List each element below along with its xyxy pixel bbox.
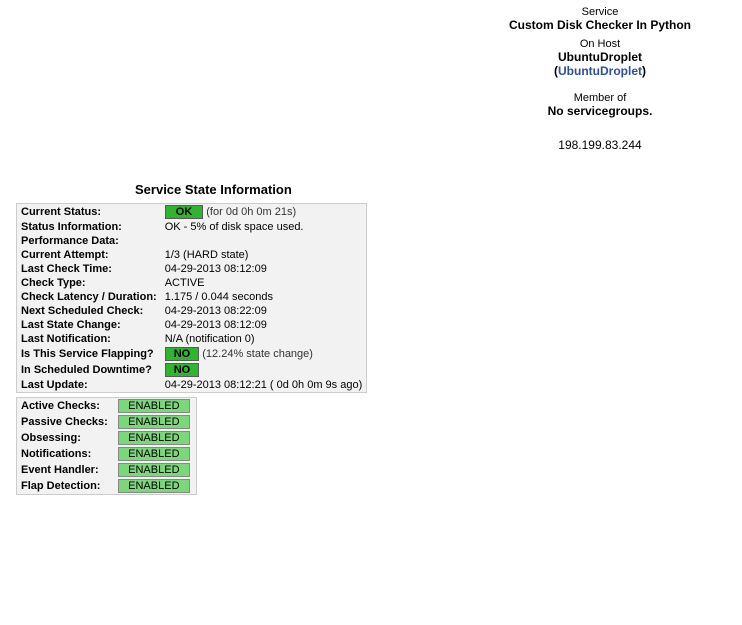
- active-checks-value: ENABLED: [118, 399, 190, 413]
- row-passive-checks: Passive Checks: ENABLED: [17, 414, 197, 430]
- row-current-attempt: Current Attempt: 1/3 (HARD state): [17, 248, 367, 262]
- flapdetect-value: ENABLED: [118, 479, 190, 493]
- row-next-check: Next Scheduled Check: 04-29-2013 08:22:0…: [17, 304, 367, 318]
- lastupdate-label: Last Update:: [17, 378, 161, 393]
- lastcheck-value: 04-29-2013 08:12:09: [161, 262, 367, 276]
- row-latency: Check Latency / Duration: 1.175 / 0.044 …: [17, 290, 367, 304]
- section-title: Service State Information: [135, 182, 742, 197]
- perf-label: Performance Data:: [17, 234, 161, 248]
- row-perf-data: Performance Data:: [17, 234, 367, 248]
- row-last-update: Last Update: 04-29-2013 08:12:21 ( 0d 0h…: [17, 378, 367, 393]
- status-ok-tag: OK: [165, 205, 204, 219]
- flapping-label: Is This Service Flapping?: [17, 346, 161, 362]
- downtime-label: In Scheduled Downtime?: [17, 362, 161, 378]
- laststate-value: 04-29-2013 08:12:09: [161, 318, 367, 332]
- attempt-value: 1/3 (HARD state): [161, 248, 367, 262]
- memberof-value: No servicegroups.: [480, 104, 720, 118]
- host-link[interactable]: UbuntuDroplet: [558, 64, 642, 78]
- passive-checks-value: ENABLED: [118, 415, 190, 429]
- obsessing-label: Obsessing:: [17, 430, 114, 446]
- status-info-value: OK - 5% of disk space used.: [161, 220, 367, 234]
- row-obsessing: Obsessing: ENABLED: [17, 430, 197, 446]
- host-name: UbuntuDroplet: [480, 50, 720, 64]
- row-status-info: Status Information: OK - 5% of disk spac…: [17, 220, 367, 234]
- row-notifications: Notifications: ENABLED: [17, 446, 197, 462]
- checktype-value: ACTIVE: [161, 276, 367, 290]
- service-label: Service: [480, 6, 720, 18]
- perf-value: [161, 234, 367, 248]
- host-ip: 198.199.83.244: [480, 138, 720, 152]
- row-last-state-change: Last State Change: 04-29-2013 08:12:09: [17, 318, 367, 332]
- obsessing-value: ENABLED: [118, 431, 190, 445]
- flapdetect-label: Flap Detection:: [17, 478, 114, 495]
- checktype-label: Check Type:: [17, 276, 161, 290]
- nextcheck-label: Next Scheduled Check:: [17, 304, 161, 318]
- latency-label: Check Latency / Duration:: [17, 290, 161, 304]
- notifications-value: ENABLED: [118, 447, 190, 461]
- row-downtime: In Scheduled Downtime? NO: [17, 362, 367, 378]
- lastnotif-label: Last Notification:: [17, 332, 161, 346]
- service-name: Custom Disk Checker In Python: [480, 18, 720, 32]
- current-status-label: Current Status:: [17, 204, 161, 221]
- lastupdate-value: 04-29-2013 08:12:21 ( 0d 0h 0m 9s ago): [161, 378, 367, 393]
- memberof-label: Member of: [480, 92, 720, 104]
- row-flap-detection: Flap Detection: ENABLED: [17, 478, 197, 495]
- flapping-note: (12.24% state change): [202, 348, 313, 360]
- checks-table: Active Checks: ENABLED Passive Checks: E…: [16, 397, 197, 495]
- row-last-notification: Last Notification: N/A (notification 0): [17, 332, 367, 346]
- onhost-label: On Host: [480, 38, 720, 50]
- state-info-table: Current Status: OK (for 0d 0h 0m 21s) St…: [16, 203, 367, 393]
- passive-checks-label: Passive Checks:: [17, 414, 114, 430]
- row-current-status: Current Status: OK (for 0d 0h 0m 21s): [17, 204, 367, 221]
- notifications-label: Notifications:: [17, 446, 114, 462]
- lastnotif-value: N/A (notification 0): [161, 332, 367, 346]
- row-check-type: Check Type: ACTIVE: [17, 276, 367, 290]
- eventhandler-label: Event Handler:: [17, 462, 114, 478]
- status-info-label: Status Information:: [17, 220, 161, 234]
- flapping-tag: NO: [165, 347, 200, 361]
- laststate-label: Last State Change:: [17, 318, 161, 332]
- status-note: (for 0d 0h 0m 21s): [206, 206, 296, 218]
- eventhandler-value: ENABLED: [118, 463, 190, 477]
- active-checks-label: Active Checks:: [17, 398, 114, 415]
- nextcheck-value: 04-29-2013 08:22:09: [161, 304, 367, 318]
- row-last-check: Last Check Time: 04-29-2013 08:12:09: [17, 262, 367, 276]
- row-event-handler: Event Handler: ENABLED: [17, 462, 197, 478]
- row-flapping: Is This Service Flapping? NO (12.24% sta…: [17, 346, 367, 362]
- lastcheck-label: Last Check Time:: [17, 262, 161, 276]
- service-header: Service Custom Disk Checker In Python On…: [480, 6, 720, 152]
- downtime-tag: NO: [165, 363, 200, 377]
- attempt-label: Current Attempt:: [17, 248, 161, 262]
- row-active-checks: Active Checks: ENABLED: [17, 398, 197, 415]
- latency-value: 1.175 / 0.044 seconds: [161, 290, 367, 304]
